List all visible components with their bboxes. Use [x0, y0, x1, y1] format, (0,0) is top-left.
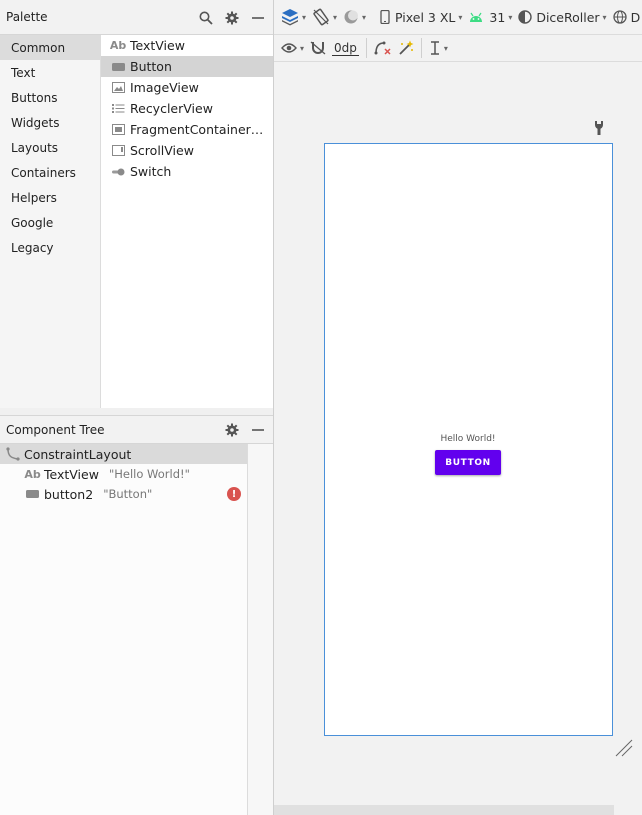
component-tree: ConstraintLayout Ab TextView "Hello Worl… — [0, 444, 248, 815]
design-toolbar: ▾ ▾ ▾ Pixel 3 XL ▾ 31 ▾ DiceRoller ▾ D — [274, 0, 642, 35]
guidelines-button[interactable]: ▾ — [426, 36, 451, 60]
device-preview[interactable]: Hello World! BUTTON — [324, 143, 613, 736]
error-icon[interactable]: ! — [227, 487, 241, 501]
horizontal-scrollbar[interactable] — [274, 805, 614, 815]
widget-scrollview[interactable]: ScrollView — [101, 140, 273, 161]
clear-constraints-button[interactable] — [371, 36, 395, 60]
search-icon[interactable] — [197, 9, 215, 27]
category-google[interactable]: Google — [0, 210, 100, 235]
widget-button[interactable]: Button — [101, 56, 273, 77]
preview-textview[interactable]: Hello World! — [325, 434, 611, 444]
widget-label: TextView — [130, 38, 185, 53]
category-buttons[interactable]: Buttons — [0, 85, 100, 110]
constraint-layout-icon — [5, 447, 20, 461]
category-widgets[interactable]: Widgets — [0, 110, 100, 135]
orientation-button[interactable]: ▾ — [309, 5, 340, 29]
theme-label: DiceRoller — [536, 9, 600, 25]
toolbar-separator — [365, 38, 367, 58]
tree-node-textview[interactable]: Ab TextView "Hello World!" — [0, 464, 247, 484]
theme-selector[interactable]: DiceRoller ▾ — [515, 5, 609, 29]
palette-body: Common Text Buttons Widgets Layouts Cont… — [0, 35, 273, 408]
device-label: Pixel 3 XL — [395, 9, 456, 25]
tree-node-label: ConstraintLayout — [24, 446, 132, 462]
resize-handle-icon[interactable] — [614, 738, 634, 761]
gear-icon[interactable] — [223, 421, 241, 439]
align-icon — [430, 41, 439, 55]
theme-icon — [518, 10, 533, 24]
component-tree-header: Component Tree — [0, 416, 273, 444]
category-containers[interactable]: Containers — [0, 160, 100, 185]
preview-button[interactable]: BUTTON — [435, 450, 501, 475]
tree-node-label: TextView — [44, 466, 99, 482]
palette-widgets: Ab TextView Button ImageView RecyclerVie… — [101, 35, 273, 408]
locale-label: D — [630, 9, 641, 25]
api-level-label: 31 — [489, 9, 506, 25]
palette-title: Palette — [6, 10, 48, 24]
text-ab-icon: Ab — [24, 467, 41, 481]
switch-icon — [111, 165, 125, 179]
list-icon — [111, 102, 125, 116]
button-icon — [111, 60, 125, 74]
widget-fragmentcontainer[interactable]: FragmentContainer… — [101, 119, 273, 140]
tree-node-text: "Hello World!" — [108, 467, 190, 481]
widget-label: RecyclerView — [130, 101, 213, 116]
magnet-off-icon — [310, 41, 326, 55]
minimize-icon[interactable] — [249, 9, 267, 27]
magic-wand-icon — [399, 40, 414, 55]
android-icon — [470, 12, 483, 22]
device-selector[interactable]: Pixel 3 XL ▾ — [377, 5, 465, 29]
category-text[interactable]: Text — [0, 60, 100, 85]
api-level-selector[interactable]: 31 ▾ — [465, 5, 515, 29]
widget-textview[interactable]: Ab TextView — [101, 35, 273, 56]
image-icon — [111, 81, 125, 95]
locale-selector[interactable]: D — [610, 5, 642, 29]
panel-splitter[interactable] — [0, 408, 273, 416]
toolbar-separator — [420, 38, 422, 58]
tree-node-constraintlayout[interactable]: ConstraintLayout — [0, 444, 247, 464]
wrench-icon[interactable] — [592, 120, 606, 139]
phone-icon — [380, 10, 390, 24]
palette-header: Palette — [0, 0, 273, 35]
component-tree-title: Component Tree — [6, 422, 105, 437]
category-helpers[interactable]: Helpers — [0, 185, 100, 210]
widget-label: ScrollView — [130, 143, 194, 158]
view-options-button[interactable]: ▾ — [278, 36, 307, 60]
default-margin-button[interactable]: 0dp — [329, 36, 362, 60]
text-ab-icon: Ab — [109, 39, 127, 52]
widget-recyclerview[interactable]: RecyclerView — [101, 98, 273, 119]
category-layouts[interactable]: Layouts — [0, 135, 100, 160]
globe-icon — [612, 10, 627, 24]
widget-label: Switch — [130, 164, 172, 179]
button-icon — [25, 487, 40, 501]
margin-value: 0dp — [332, 40, 359, 56]
category-legacy[interactable]: Legacy — [0, 235, 100, 260]
minimize-icon[interactable] — [249, 421, 267, 439]
fragment-icon — [111, 123, 125, 137]
eye-icon — [281, 43, 297, 53]
night-mode-button[interactable]: ▾ — [340, 5, 369, 29]
widget-switch[interactable]: Switch — [101, 161, 273, 182]
gear-icon[interactable] — [223, 9, 241, 27]
clear-constraints-icon — [374, 41, 391, 55]
constraint-toolbar: ▾ 0dp ▾ — [274, 35, 642, 62]
design-surface-button[interactable]: ▾ — [278, 5, 309, 29]
widget-label: Button — [130, 59, 172, 74]
autoconnect-button[interactable] — [307, 36, 329, 60]
infer-constraints-button[interactable] — [395, 36, 417, 60]
tree-node-text: "Button" — [103, 487, 153, 501]
scroll-icon — [111, 144, 125, 158]
widget-imageview[interactable]: ImageView — [101, 77, 273, 98]
tree-scroll-gutter — [248, 444, 273, 815]
widget-label: FragmentContainer… — [130, 122, 264, 137]
tree-node-button2[interactable]: button2 "Button" ! — [0, 484, 247, 504]
tree-node-label: button2 — [44, 486, 94, 502]
category-common[interactable]: Common — [0, 35, 100, 60]
palette-categories: Common Text Buttons Widgets Layouts Cont… — [0, 35, 101, 408]
widget-label: ImageView — [130, 80, 199, 95]
